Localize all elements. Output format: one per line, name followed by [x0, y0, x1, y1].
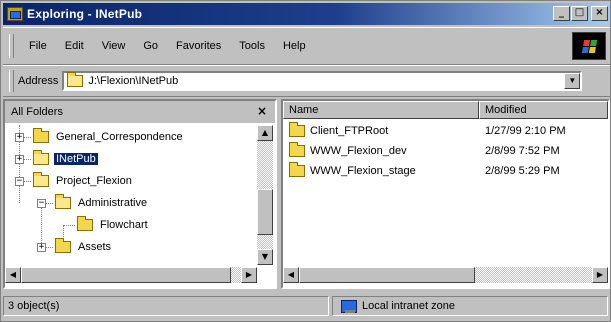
address-grip[interactable] — [9, 70, 14, 92]
scroll-left-button[interactable]: ◀ — [283, 267, 299, 283]
address-input[interactable]: J:\Flexion\INetPub ▼ — [62, 71, 583, 91]
caption-buttons: _ □ × — [553, 6, 608, 21]
file-name: WWW_Flexion_stage — [310, 165, 416, 177]
tree-expander-inetpub[interactable]: + — [15, 155, 24, 164]
file-modified: 2/8/99 7:52 PM — [485, 145, 560, 157]
folder-icon — [289, 142, 305, 157]
tree-item-label: Flowchart — [100, 219, 148, 231]
menu-grip[interactable] — [9, 34, 14, 58]
folders-pane-header: All Folders × — [5, 101, 275, 123]
tree-item-label: INetPub — [53, 152, 99, 166]
scroll-thumb[interactable] — [21, 267, 231, 283]
address-label: Address — [18, 75, 59, 87]
tree-expander-assets[interactable]: + — [37, 243, 46, 252]
windows-logo-icon — [572, 32, 606, 60]
file-row-www-flexion-stage[interactable]: WWW_Flexion_stage 2/8/99 5:29 PM — [283, 161, 560, 181]
tree-item-label: General_Correspondence — [56, 131, 183, 143]
file-row-www-flexion-dev[interactable]: WWW_Flexion_dev 2/8/99 7:52 PM — [283, 141, 560, 161]
menu-tools[interactable]: Tools — [230, 40, 274, 52]
tree-item-project-flexion[interactable]: Project_Flexion — [33, 170, 134, 192]
address-dropdown-button[interactable]: ▼ — [564, 73, 581, 89]
folders-vertical-scrollbar[interactable]: ▲ ▼ — [257, 125, 273, 265]
file-modified: 1/27/99 2:10 PM — [485, 125, 566, 137]
scroll-right-button[interactable]: ▶ — [592, 267, 608, 283]
tree-item-general-correspondence[interactable]: General_Correspondence — [33, 126, 185, 148]
open-folder-icon — [33, 172, 49, 187]
tree-item-assets[interactable]: Assets — [55, 236, 113, 258]
tree-item-administrative[interactable]: Administrative — [55, 192, 149, 214]
file-name: WWW_Flexion_dev — [310, 145, 407, 157]
folder-icon — [55, 238, 71, 253]
status-bar: 3 object(s) Local intranet zone — [3, 292, 610, 320]
folder-icon — [77, 216, 93, 231]
menu-bar: File Edit View Go Favorites Tools Help — [3, 27, 610, 65]
menu-go[interactable]: Go — [134, 40, 167, 52]
tree-expander-administrative[interactable]: − — [37, 199, 46, 208]
folders-horizontal-scrollbar[interactable]: ◀ ▶ — [5, 267, 257, 283]
tree-item-inetpub[interactable]: INetPub — [33, 148, 99, 170]
folder-icon — [289, 162, 305, 177]
column-header-modified[interactable]: Modified — [479, 101, 608, 119]
tree-item-flowchart[interactable]: Flowchart — [77, 214, 150, 236]
scroll-left-button[interactable]: ◀ — [5, 267, 21, 283]
tree-expander-project-flexion[interactable]: − — [15, 177, 24, 186]
window-title: Exploring - INetPub — [27, 7, 143, 21]
open-folder-icon — [33, 150, 49, 165]
maximize-button[interactable]: □ — [571, 6, 588, 21]
explorer-window: Exploring - INetPub _ □ × File Edit View… — [0, 0, 611, 322]
scroll-right-button[interactable]: ▶ — [241, 267, 257, 283]
folders-pane-title: All Folders — [11, 106, 63, 118]
folders-pane-close-icon[interactable]: × — [257, 104, 267, 118]
tree-expander-general-correspondence[interactable]: + — [15, 133, 24, 142]
status-zone-text: Local intranet zone — [362, 300, 455, 312]
file-modified: 2/8/99 5:29 PM — [485, 165, 560, 177]
address-bar: Address J:\Flexion\INetPub ▼ — [3, 65, 610, 97]
scroll-up-button[interactable]: ▲ — [257, 125, 273, 141]
menu-favorites[interactable]: Favorites — [167, 40, 230, 52]
menu-view[interactable]: View — [93, 40, 135, 52]
address-value: J:\Flexion\INetPub — [88, 75, 179, 87]
folder-icon — [289, 122, 305, 137]
file-row-client-ftproot[interactable]: Client_FTPRoot 1/27/99 2:10 PM — [283, 121, 566, 141]
scroll-thumb[interactable] — [257, 189, 273, 235]
status-object-count-text: 3 object(s) — [8, 300, 60, 312]
file-name: Client_FTPRoot — [310, 125, 389, 137]
folder-icon — [33, 128, 49, 143]
tree-connector — [63, 225, 75, 226]
explorer-app-icon[interactable] — [7, 7, 23, 21]
intranet-zone-icon — [341, 299, 357, 313]
minimize-button[interactable]: _ — [553, 6, 570, 21]
title-bar[interactable]: Exploring - INetPub _ □ × — [3, 3, 610, 25]
tree-item-label: Project_Flexion — [56, 175, 132, 187]
close-button[interactable]: × — [591, 6, 608, 21]
folder-icon — [67, 72, 84, 87]
contents-pane: Name Modified Client_FTPRoot 1/27/99 2:1… — [281, 99, 610, 289]
scroll-down-button[interactable]: ▼ — [257, 249, 273, 265]
menu-edit[interactable]: Edit — [56, 40, 93, 52]
column-header-name[interactable]: Name — [283, 101, 479, 119]
status-zone: Local intranet zone — [332, 296, 608, 316]
folders-pane: All Folders × + General_Correspondence + — [3, 99, 277, 289]
tree-item-label: Assets — [78, 241, 112, 253]
status-object-count: 3 object(s) — [3, 296, 329, 316]
open-folder-icon — [55, 194, 71, 209]
menu-file[interactable]: File — [20, 40, 56, 52]
menu-help[interactable]: Help — [274, 40, 315, 52]
scroll-thumb[interactable] — [299, 267, 475, 283]
tree-item-label: Administrative — [78, 197, 148, 209]
folder-tree: + General_Correspondence + INetPub − Pro… — [5, 125, 257, 265]
contents-horizontal-scrollbar[interactable]: ◀ ▶ — [283, 267, 608, 283]
